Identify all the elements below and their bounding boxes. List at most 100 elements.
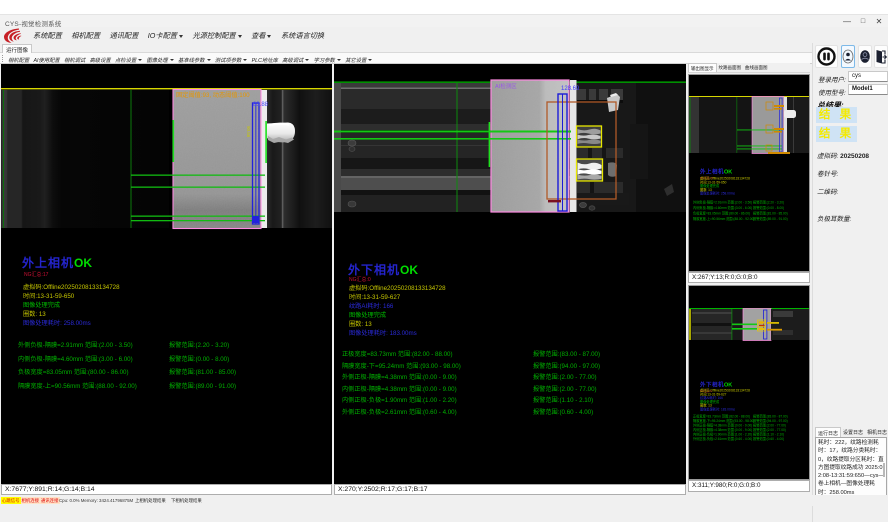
login-user-label: 登录用户: bbox=[818, 74, 846, 84]
login-user-input[interactable]: cys bbox=[848, 71, 888, 82]
mini-elapsed-line: 图像处理耗时: 258.00ms bbox=[700, 192, 822, 196]
result-badge-lower: 结 果 bbox=[816, 126, 857, 142]
elapsed-line: 图像处理耗时: 258.00ms bbox=[23, 318, 91, 327]
mini-ok: OK bbox=[724, 169, 732, 175]
exit-button[interactable] bbox=[874, 45, 888, 68]
ng-total-label: NG汇总:17 bbox=[24, 271, 48, 278]
chevron-down-icon bbox=[170, 59, 174, 61]
process-done-line: 图像处理完成 bbox=[349, 310, 386, 319]
camera-view-upper[interactable]: 固定阈值:93, 动态阈值:100 83.88 90.56 外上相机OK NG汇… bbox=[1, 64, 332, 484]
measure-value-overlay: 83.88 bbox=[253, 102, 268, 108]
login-user-button[interactable] bbox=[841, 45, 855, 68]
toolbar-item-ai-use-config[interactable]: AI使用配置 bbox=[34, 56, 60, 64]
mini-measure-row: 内侧负极-隔膜=4.60mm 范围:(3.00 - 6.00) bbox=[693, 206, 752, 211]
toolbar-item-spot-check[interactable]: 点检设置 bbox=[115, 56, 142, 64]
menu-item-camera-config[interactable]: 相机配置 bbox=[71, 31, 100, 41]
chevron-down-icon bbox=[238, 35, 242, 38]
camera-view-lower[interactable]: AI检测区 128.69 外下相机OK NG汇总:0 虚拟码:Offline20… bbox=[334, 64, 686, 484]
pause-button[interactable] bbox=[815, 45, 838, 68]
result-badge-upper: 结 果 bbox=[816, 107, 857, 123]
log-scrollbar[interactable] bbox=[883, 463, 885, 477]
mini-tab-texture[interactable]: 纹路画面图 bbox=[717, 63, 744, 72]
foil-tab-box-2 bbox=[577, 159, 603, 181]
upper-camera-result-status: 上相机处理结果 bbox=[134, 497, 167, 504]
mini-caption: 外上相机 bbox=[700, 169, 724, 175]
toolbar-item-baseline-params[interactable]: 基准线参数 bbox=[178, 56, 211, 64]
measure-row: 内侧正极-负极=1.90mm 范围:(1.00 - 2.20) bbox=[342, 395, 457, 404]
mini-alarm: 报警范围:(0.00 - 8.00) bbox=[753, 206, 784, 211]
ng-total-label: NG汇总:0 bbox=[349, 276, 371, 283]
menu-item-io-card-config[interactable]: IO卡配置 bbox=[148, 31, 183, 41]
mini-measure-row: 隔膜宽度-上=90.56mm 范围:(88.00 - 92.00) bbox=[693, 217, 754, 222]
coord-bar-mini-lower: X:311;Y:980;R:0;G:0;B:0 bbox=[688, 480, 810, 492]
status-bar: 心跳信号 相机连接 通讯连接 Cpu: 0.0% Memory: 3424.41… bbox=[0, 495, 888, 506]
mini-tab-output[interactable]: 输出图显示 bbox=[688, 63, 717, 72]
mini-camera-image-lower bbox=[689, 286, 809, 342]
model-input[interactable]: Model1 bbox=[848, 84, 888, 95]
lock-icon bbox=[859, 46, 871, 67]
result-ok-label: OK bbox=[400, 263, 418, 277]
turns-line: 圈数: 13 bbox=[349, 319, 372, 328]
alarm-range: 报警范围:(94.00 - 97.00) bbox=[533, 361, 600, 370]
minimize-icon[interactable]: — bbox=[840, 16, 854, 27]
close-icon[interactable]: ✕ bbox=[872, 16, 886, 27]
tab-run-image[interactable]: 运行图像 bbox=[2, 44, 32, 53]
toolbar-item-other-settings[interactable]: 其它设置 bbox=[345, 56, 372, 64]
mini-caption: 外下相机 bbox=[700, 382, 724, 388]
pin-number-label: 卷针号: bbox=[817, 168, 838, 178]
mini-elapsed-line: 图像处理耗时: 183.00ms bbox=[700, 408, 822, 412]
toolbar-item-image-processing[interactable]: 图像处理 bbox=[147, 56, 174, 64]
measure-row: 内侧负极-隔膜=4.60mm 范围:(3.00 - 6.00) bbox=[18, 354, 133, 363]
toolbar-item-advanced-debug[interactable]: 高级调试 bbox=[282, 56, 309, 64]
ai-region-label: AI检测区 bbox=[495, 82, 517, 90]
lock-button[interactable] bbox=[858, 45, 872, 68]
mini-measure-row: 外侧负极-隔膜=2.91mm 范围:(2.00 - 3.50) bbox=[693, 200, 752, 205]
maximize-icon[interactable]: □ bbox=[856, 16, 870, 27]
neg-tab-count-label: 负极耳数量: bbox=[817, 213, 851, 223]
measure-row: 外侧正极-隔膜=4.38mm 范围:(0.00 - 9.00) bbox=[342, 372, 457, 381]
toolbar-items: 相机配置 AI使用配置 相机调试 高级设置 点检设置 图像处理 基准线参数 测试… bbox=[8, 56, 372, 64]
menu-items: 系统配置 相机配置 通讯配置 IO卡配置 光源控制配置 查看 系统语言切换 bbox=[33, 31, 324, 41]
mini-camera-view-lower[interactable]: 外下相机OK NG汇总:0 虚拟码:Offline202502081331347… bbox=[688, 285, 810, 480]
mini-measure-row: 负极宽度=83.05mm 范围:(80.00 - 86.00) bbox=[693, 211, 750, 216]
virtual-code-line: 虚拟码:Offline20250208133134728 bbox=[23, 282, 120, 291]
toolbar-item-camera-config[interactable]: 相机配置 bbox=[8, 56, 29, 64]
mini-alarm: 报警范围:(81.00 - 85.00) bbox=[753, 211, 788, 216]
alarm-range: 报警范围:(0.60 - 4.00) bbox=[533, 407, 593, 416]
menu-item-language-switch[interactable]: 系统语言切换 bbox=[281, 31, 324, 41]
turns-line: 圈数: 13 bbox=[23, 309, 46, 318]
toolbar-item-advanced-settings[interactable]: 高级设置 bbox=[90, 56, 111, 64]
mini-ok: OK bbox=[724, 382, 732, 388]
mini-measure-row: 外侧正极-负极=2.61mm 范围:(0.60 - 4.00) bbox=[693, 437, 752, 442]
bracket-side-value: 90.56 bbox=[246, 126, 251, 137]
time-line: 时间:13-31-59-650 bbox=[23, 291, 74, 300]
menu-bar: 系统配置 相机配置 通讯配置 IO卡配置 光源控制配置 查看 系统语言切换 bbox=[0, 27, 888, 44]
app-window: CYS-视觉检测系统 — □ ✕ 系统配置 相机配置 通讯配置 IO卡配置 光源… bbox=[0, 0, 888, 522]
camera-caption: 外上相机 bbox=[22, 256, 74, 270]
menu-item-comm-config[interactable]: 通讯配置 bbox=[110, 31, 139, 41]
menu-item-light-control-config[interactable]: 光源控制配置 bbox=[192, 31, 241, 41]
camera-caption: 外下相机 bbox=[348, 263, 400, 277]
alarm-range: 报警范围:(89.00 - 91.00) bbox=[169, 381, 236, 390]
toolbar-item-learning-params[interactable]: 学习参数 bbox=[314, 56, 341, 64]
mini-camera-view-upper[interactable]: 外上相机OK NG汇总:17 虚拟码:Offline20250208133134… bbox=[688, 74, 810, 272]
toolbar-item-camera-debug[interactable]: 相机调试 bbox=[64, 56, 85, 64]
measure-row: 隔膜宽度-上=90.56mm 范围:(88.00 - 92.00) bbox=[18, 381, 137, 390]
alarm-range: 报警范围:(2.00 - 77.00) bbox=[533, 372, 597, 381]
toolbar-item-test-params[interactable]: 测试项参数 bbox=[215, 56, 248, 64]
chevron-down-icon bbox=[267, 35, 271, 38]
menu-item-view[interactable]: 查看 bbox=[251, 31, 271, 41]
mini-tab-curve[interactable]: 曲线画面图 bbox=[743, 63, 770, 72]
foil-tab-box-1 bbox=[577, 126, 602, 147]
cpu-memory-status: Cpu: 0.0% Memory: 3424.41796875M bbox=[58, 497, 134, 504]
user-icon bbox=[842, 46, 854, 67]
menu-item-system-config[interactable]: 系统配置 bbox=[33, 31, 62, 41]
process-done-line: 图像处理完成 bbox=[23, 300, 60, 309]
chevron-down-icon bbox=[179, 35, 183, 38]
chevron-down-icon bbox=[138, 59, 142, 61]
chevron-down-icon bbox=[243, 59, 247, 61]
run-log-output[interactable]: 耗时：222，纹路检测耗时：17，纹路分类耗时：0，纹路提取分区耗时：直方图提取… bbox=[815, 437, 887, 497]
toolbar-item-plc-address[interactable]: PLC地址库 bbox=[252, 56, 278, 64]
threshold-overlay-text: 固定阈值:93, 动态阈值:100 bbox=[176, 90, 250, 99]
measure-row: 外侧负极-隔膜=2.91mm 范围:(2.00 - 3.50) bbox=[18, 340, 133, 349]
